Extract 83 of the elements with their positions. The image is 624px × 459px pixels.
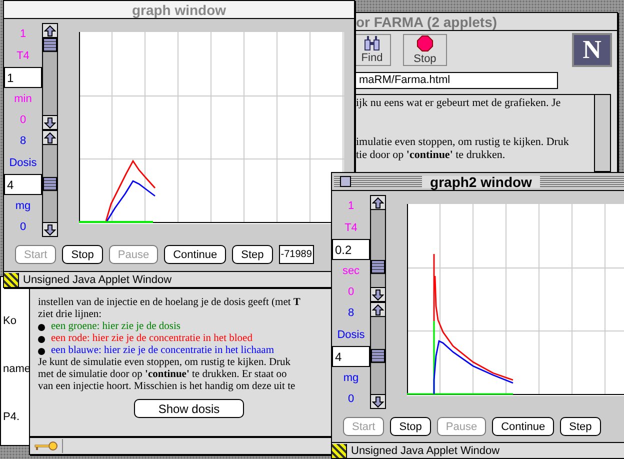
window-title: or FARMA (2 applets) xyxy=(356,14,498,30)
page-text: ziet drie lijnen: xyxy=(38,309,102,321)
parameter-label: Dosis xyxy=(336,328,366,343)
status-text: Unsigned Java Applet Window xyxy=(350,444,500,456)
control-button[interactable]: Stop xyxy=(62,245,103,264)
up-arrow-icon xyxy=(372,196,384,208)
page-text: een rode: hier zie je de concentratie in het bloed xyxy=(51,333,252,345)
page-text: een blauwe: hier zie je de concentratie in het lichaam xyxy=(51,345,274,357)
scroll-thumb[interactable] xyxy=(43,176,57,190)
down-arrow-icon xyxy=(372,396,384,408)
value-field[interactable]: 4 xyxy=(332,346,370,367)
bullet-icon xyxy=(38,348,45,354)
unit-label: sec xyxy=(341,264,361,279)
parameter-label: T4 xyxy=(16,49,30,64)
scroll-down-button[interactable] xyxy=(43,222,57,236)
page-text: van een injectie hoort. Misschien is het handig om deze uit te xyxy=(38,381,296,393)
value-field[interactable]: 4 xyxy=(4,174,42,195)
page-text: tie door op 'continue' te drukken. xyxy=(356,149,506,162)
parameter-label: T4 xyxy=(344,221,358,236)
up-arrow-icon xyxy=(372,304,384,316)
scroll-thumb[interactable] xyxy=(43,38,57,52)
control-button[interactable]: Continue xyxy=(164,245,226,264)
scrollbar[interactable] xyxy=(42,130,58,237)
scroll-thumb[interactable] xyxy=(371,348,385,362)
scroll-down-button[interactable] xyxy=(371,287,385,301)
bullet-icon xyxy=(38,336,45,342)
label: Ko xyxy=(3,315,18,327)
control-button[interactable]: Continue xyxy=(492,417,554,436)
scrollbar[interactable] xyxy=(594,95,610,172)
page-text: met de simulatie door op 'continue' te drukken. Er staat oo xyxy=(38,369,287,381)
label: name xyxy=(3,363,31,375)
stop-button[interactable]: Stop xyxy=(403,34,447,66)
parameter-label: Dosis xyxy=(8,156,38,171)
scroll-down-button[interactable] xyxy=(43,115,57,129)
status-text: Unsigned Java Applet Window xyxy=(22,274,172,286)
max-label: 1 xyxy=(346,199,356,214)
find-button[interactable]: Find xyxy=(353,34,391,66)
step-field[interactable]: -71989 xyxy=(278,245,314,264)
unit-label: mg xyxy=(342,371,360,386)
window-title: graph2 window xyxy=(422,176,540,188)
min-label: 0 xyxy=(346,392,356,407)
page-text: een groene: hier zie je de dosis xyxy=(51,321,180,333)
unit-label: mg xyxy=(14,199,32,214)
min-label: 0 xyxy=(18,113,28,128)
scroll-thumb[interactable] xyxy=(371,260,385,274)
control-button[interactable]: Stop xyxy=(390,417,431,436)
key-icon xyxy=(33,441,59,451)
min-label: 0 xyxy=(346,285,356,300)
url-field[interactable]: maRM/Farma.html xyxy=(355,72,558,88)
stop-sign-icon xyxy=(416,34,434,52)
unit-label: min xyxy=(13,92,33,107)
value-field[interactable]: 1 xyxy=(4,67,42,88)
show-dosis-button[interactable]: Show dosis xyxy=(134,399,244,418)
down-arrow-icon xyxy=(44,116,56,128)
control-button[interactable]: Step xyxy=(232,245,273,264)
up-arrow-icon xyxy=(44,132,56,144)
page-text: Je kunt de simulatie even stoppen, om rustig te kijken. Druk xyxy=(38,357,291,369)
bullet-icon xyxy=(38,324,45,330)
page-text: ijk nu eens wat er gebeurt met de grafieken. Je xyxy=(356,97,562,110)
window-title: graph window xyxy=(130,4,228,16)
page-text: instellen van de injectie en de hoelang je de dosis geeft (met T xyxy=(38,297,300,309)
close-box[interactable] xyxy=(340,176,351,187)
scroll-up-button[interactable] xyxy=(371,303,385,317)
scroll-up-button[interactable] xyxy=(371,196,385,210)
page-text: imulatie even stoppen, om rustig te kijken. Druk xyxy=(356,136,570,149)
scroll-up-button[interactable] xyxy=(43,131,57,145)
scroll-down-button[interactable] xyxy=(371,394,385,408)
min-label: 0 xyxy=(18,220,28,235)
scroll-up-button[interactable] xyxy=(43,24,57,38)
scrollbar[interactable] xyxy=(370,302,386,409)
control-button[interactable]: Step xyxy=(560,417,601,436)
label: P4. xyxy=(3,411,21,423)
browser-logo: N xyxy=(572,32,612,66)
max-label: 1 xyxy=(18,27,28,42)
binoculars-icon xyxy=(364,35,380,51)
down-arrow-icon xyxy=(44,224,56,236)
down-arrow-icon xyxy=(372,288,384,300)
max-label: 8 xyxy=(18,134,28,149)
scrollbar[interactable] xyxy=(370,195,386,302)
value-field[interactable]: 0.2 xyxy=(332,239,370,260)
max-label: 8 xyxy=(346,306,356,321)
scrollbar[interactable] xyxy=(42,23,58,130)
up-arrow-icon xyxy=(44,24,56,36)
